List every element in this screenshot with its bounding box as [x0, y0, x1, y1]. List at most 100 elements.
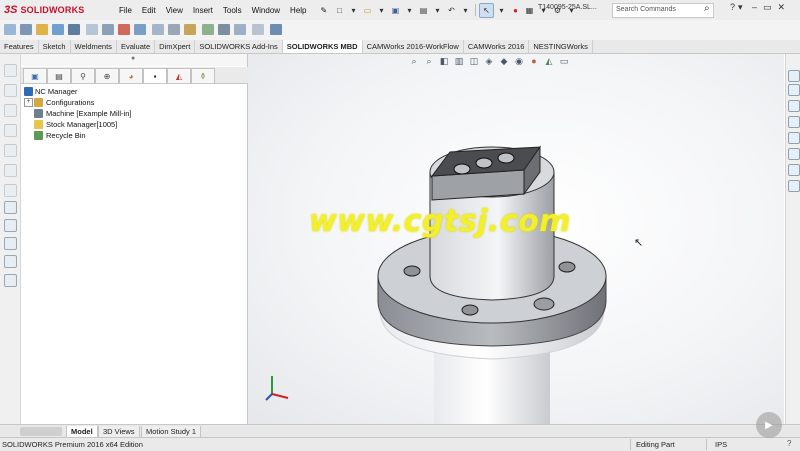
- hide-toolpath-icon[interactable]: [4, 184, 17, 197]
- tree-root[interactable]: NC Manager: [21, 86, 247, 97]
- save-cl-file-icon[interactable]: [234, 24, 246, 35]
- minimize-icon[interactable]: –: [752, 2, 757, 13]
- tree-item-configurations[interactable]: + Configurations: [21, 97, 247, 108]
- sort-operations-icon[interactable]: [202, 24, 214, 35]
- configuration-manager-tab-icon[interactable]: ⚲: [71, 68, 95, 83]
- tab-solidworks-add-ins[interactable]: SOLIDWORKS Add-Ins: [195, 40, 283, 53]
- smart-dimension-icon[interactable]: [4, 24, 16, 35]
- dropdown-arrow-icon[interactable]: ▾: [431, 4, 444, 17]
- status-help-icon[interactable]: ?: [787, 439, 791, 448]
- view-palette-icon[interactable]: [788, 116, 800, 128]
- forum-icon[interactable]: [788, 164, 800, 176]
- feature-recognition-icon[interactable]: [4, 84, 17, 97]
- file-explorer-icon[interactable]: [788, 100, 800, 112]
- menu-help[interactable]: Help: [285, 6, 311, 15]
- stock-setup-icon[interactable]: [4, 255, 17, 268]
- appearances-icon[interactable]: [788, 132, 800, 144]
- generate-report-icon[interactable]: [218, 24, 230, 35]
- step-through-icon[interactable]: [152, 24, 164, 35]
- tab-scroll-arrows[interactable]: [20, 427, 62, 436]
- machine-icon: [34, 109, 43, 118]
- tab-camworks[interactable]: CAMWorks 2016: [464, 40, 530, 53]
- post-process-icon[interactable]: [134, 24, 146, 35]
- rebuild-icon[interactable]: ●: [509, 4, 522, 17]
- collapse-handle-icon[interactable]: ●: [131, 55, 135, 62]
- pin-menu-icon[interactable]: ✎: [316, 6, 333, 15]
- machine-setup-icon[interactable]: [4, 201, 17, 214]
- menu-window[interactable]: Window: [247, 6, 285, 15]
- undo-icon[interactable]: ↶: [445, 4, 458, 17]
- stock-icon[interactable]: [86, 24, 98, 35]
- simulate-icon[interactable]: [118, 24, 130, 35]
- plastics-icon[interactable]: [788, 180, 800, 192]
- tab-nestingworks[interactable]: NESTINGWorks: [529, 40, 593, 53]
- tree-item-machine[interactable]: Machine [Example Mill-in]: [21, 108, 247, 119]
- tab-weldments[interactable]: Weldments: [71, 40, 117, 53]
- dropdown-arrow-icon[interactable]: ▾: [347, 4, 360, 17]
- new-document-icon[interactable]: □: [333, 4, 346, 17]
- dropdown-arrow-icon[interactable]: ▾: [738, 2, 743, 13]
- menu-insert[interactable]: Insert: [188, 6, 218, 15]
- help-book-icon[interactable]: [270, 24, 282, 35]
- generate-toolpath-icon[interactable]: [4, 164, 17, 177]
- property-manager-tab-icon[interactable]: ▤: [47, 68, 71, 83]
- interactive-feature-icon[interactable]: [4, 124, 17, 137]
- feature-tree-tab-icon[interactable]: ▣: [23, 68, 47, 83]
- design-library-icon[interactable]: [788, 84, 800, 96]
- part-model[interactable]: [248, 54, 784, 424]
- tab-solidworks-mbd[interactable]: SOLIDWORKS MBD: [282, 40, 363, 53]
- solidworks-logo[interactable]: 3S SOLIDWORKS: [4, 3, 84, 17]
- operation-plan-icon[interactable]: [4, 144, 17, 157]
- operation-tree-tab-icon[interactable]: ◭: [167, 68, 191, 83]
- extract-features-icon[interactable]: [4, 64, 17, 77]
- coordinate-system-icon[interactable]: [4, 219, 17, 232]
- cam-feature-icon[interactable]: [20, 24, 32, 35]
- solidworks-resources-icon[interactable]: [788, 70, 800, 82]
- tab-sketch[interactable]: Sketch: [39, 40, 71, 53]
- editing-mode-text: Editing Part: [636, 440, 675, 449]
- search-icon[interactable]: ⌕: [704, 3, 710, 14]
- technology-database-icon[interactable]: [184, 24, 196, 35]
- help-question-icon[interactable]: ?: [730, 2, 735, 13]
- custom-properties-icon[interactable]: [788, 148, 800, 160]
- dropdown-arrow-icon[interactable]: ▾: [375, 4, 388, 17]
- display-manager-tab-icon[interactable]: ◕: [119, 68, 143, 83]
- search-commands-input[interactable]: Search Commands: [612, 3, 714, 18]
- tree-item-stock-manager[interactable]: Stock Manager[1005]: [21, 119, 247, 130]
- cam-options-icon[interactable]: [252, 24, 264, 35]
- generate-operation-icon[interactable]: [52, 24, 64, 35]
- save-icon[interactable]: ▣: [389, 4, 402, 17]
- graphics-area[interactable]: ⌕ ⌕ ◧ ▥ ◫ ◈ ◆ ◉ ● ◭ ▭ www.cgtsj.com ↖: [248, 54, 784, 424]
- dropdown-arrow-icon[interactable]: ▾: [459, 4, 472, 17]
- play-overlay-icon[interactable]: ▶: [756, 412, 782, 438]
- machine-icon[interactable]: [102, 24, 114, 35]
- tab-features[interactable]: Features: [0, 40, 39, 53]
- print-icon[interactable]: ▤: [417, 4, 430, 17]
- nc-manager-tab-icon[interactable]: ▪: [143, 68, 167, 83]
- menu-view[interactable]: View: [161, 6, 188, 15]
- toolpath-icon[interactable]: [68, 24, 80, 35]
- fixture-icon[interactable]: [4, 237, 17, 250]
- settings-icon[interactable]: [168, 24, 180, 35]
- expand-icon[interactable]: +: [24, 98, 33, 107]
- unit-system-selector[interactable]: IPS: [715, 440, 727, 449]
- menu-tools[interactable]: Tools: [218, 6, 247, 15]
- tab-dimxpert[interactable]: DimXpert: [155, 40, 196, 53]
- select-pointer-icon[interactable]: ↖: [479, 2, 494, 18]
- close-icon[interactable]: ✕: [778, 2, 786, 13]
- restore-icon[interactable]: ▭: [763, 2, 772, 13]
- dropdown-arrow-icon[interactable]: ▾: [403, 4, 416, 17]
- dimxpert-manager-tab-icon[interactable]: ⊕: [95, 68, 119, 83]
- combine-features-icon[interactable]: [4, 104, 17, 117]
- file-properties-icon[interactable]: ▦: [523, 4, 536, 17]
- menu-edit[interactable]: Edit: [137, 6, 161, 15]
- dropdown-arrow-icon[interactable]: ▾: [495, 4, 508, 17]
- cam-tree-icon[interactable]: [36, 24, 48, 35]
- tab-camworks-workflow[interactable]: CAMWorks 2016-WorkFlow: [363, 40, 464, 53]
- open-folder-icon[interactable]: ▭: [361, 4, 374, 17]
- tool-tree-tab-icon[interactable]: ⚱: [191, 68, 215, 83]
- tab-evaluate[interactable]: Evaluate: [117, 40, 156, 53]
- tree-item-recycle-bin[interactable]: Recycle Bin: [21, 130, 247, 141]
- post-icon[interactable]: [4, 274, 17, 287]
- menu-file[interactable]: File: [114, 6, 137, 15]
